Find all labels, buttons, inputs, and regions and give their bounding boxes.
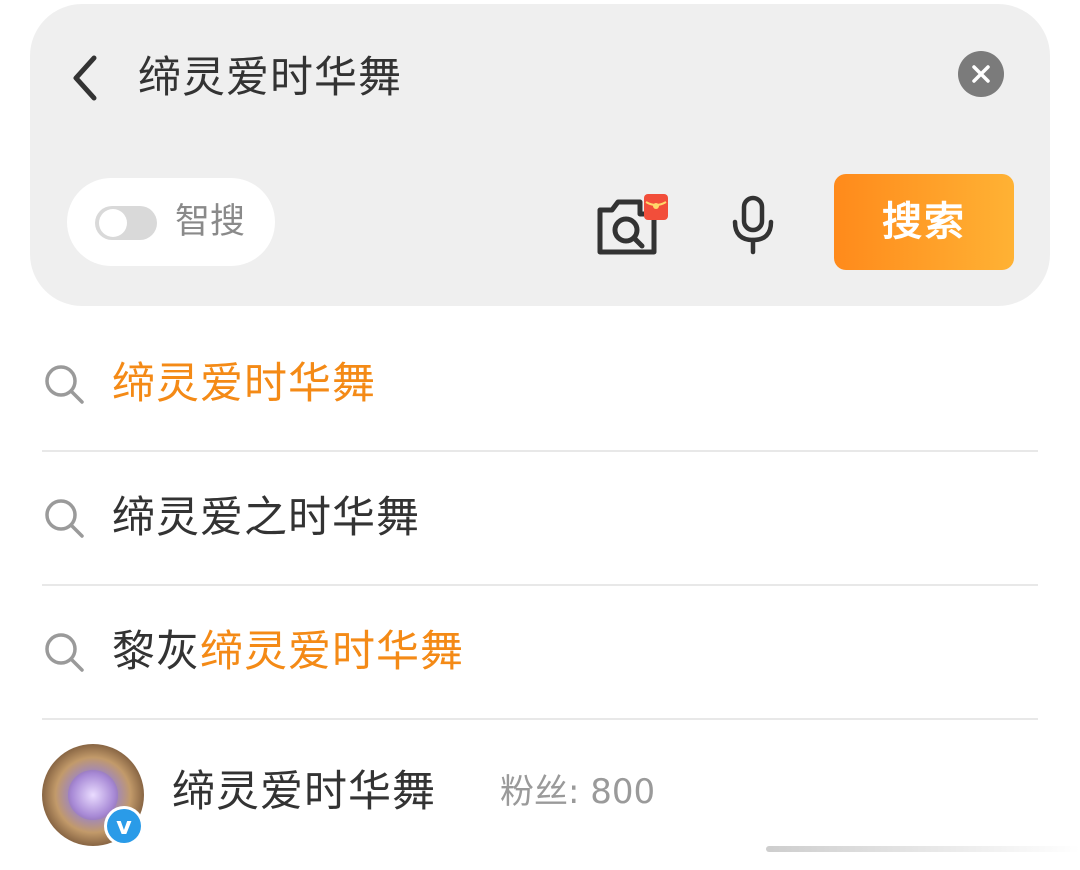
red-packet-icon (645, 201, 667, 209)
suggestion-item[interactable]: 黎灰缔灵爱时华舞 (42, 586, 1038, 720)
fans-count: 粉丝: 800 (500, 772, 656, 812)
clear-button[interactable] (958, 51, 1004, 97)
suggestion-item[interactable]: 缔灵爱之时华舞 (42, 452, 1038, 586)
back-button[interactable] (66, 48, 106, 108)
toggle-switch[interactable] (95, 206, 157, 240)
search-icon (45, 499, 84, 538)
verified-badge: v (104, 806, 144, 846)
suggestion-prefix: 缔灵爱之时华舞 (112, 493, 420, 543)
search-panel: 缔灵爱时华舞 智搜 搜索 (30, 4, 1050, 306)
toggle-knob (99, 209, 127, 237)
suggestion-text: 黎灰缔灵爱时华舞 (112, 624, 464, 680)
smart-search-label: 智搜 (175, 202, 246, 242)
suggestion-highlight: 缔灵爱时华舞 (200, 627, 464, 677)
search-input[interactable]: 缔灵爱时华舞 (138, 48, 402, 108)
red-packet-badge (644, 194, 668, 220)
account-suggestion[interactable]: v 缔灵爱时华舞 粉丝: 800 (42, 720, 1038, 860)
suggestion-text: 缔灵爱之时华舞 (112, 490, 420, 546)
voice-search-button[interactable] (728, 194, 778, 256)
suggestion-prefix: 黎灰 (112, 627, 200, 677)
verified-icon: v (107, 809, 141, 843)
scroll-indicator (766, 846, 1080, 852)
search-button[interactable]: 搜索 (834, 174, 1014, 270)
microphone-icon (732, 195, 774, 255)
suggestion-item[interactable]: 缔灵爱时华舞 (42, 318, 1038, 452)
account-name: 缔灵爱时华舞 (172, 767, 436, 817)
suggestion-text: 缔灵爱时华舞 (112, 356, 376, 412)
chevron-left-icon (73, 55, 97, 101)
search-icon (45, 633, 84, 672)
smart-search-toggle[interactable]: 智搜 (67, 178, 275, 266)
suggestion-highlight: 缔灵爱时华舞 (112, 359, 376, 409)
search-icon (45, 365, 84, 404)
close-icon (972, 65, 990, 83)
